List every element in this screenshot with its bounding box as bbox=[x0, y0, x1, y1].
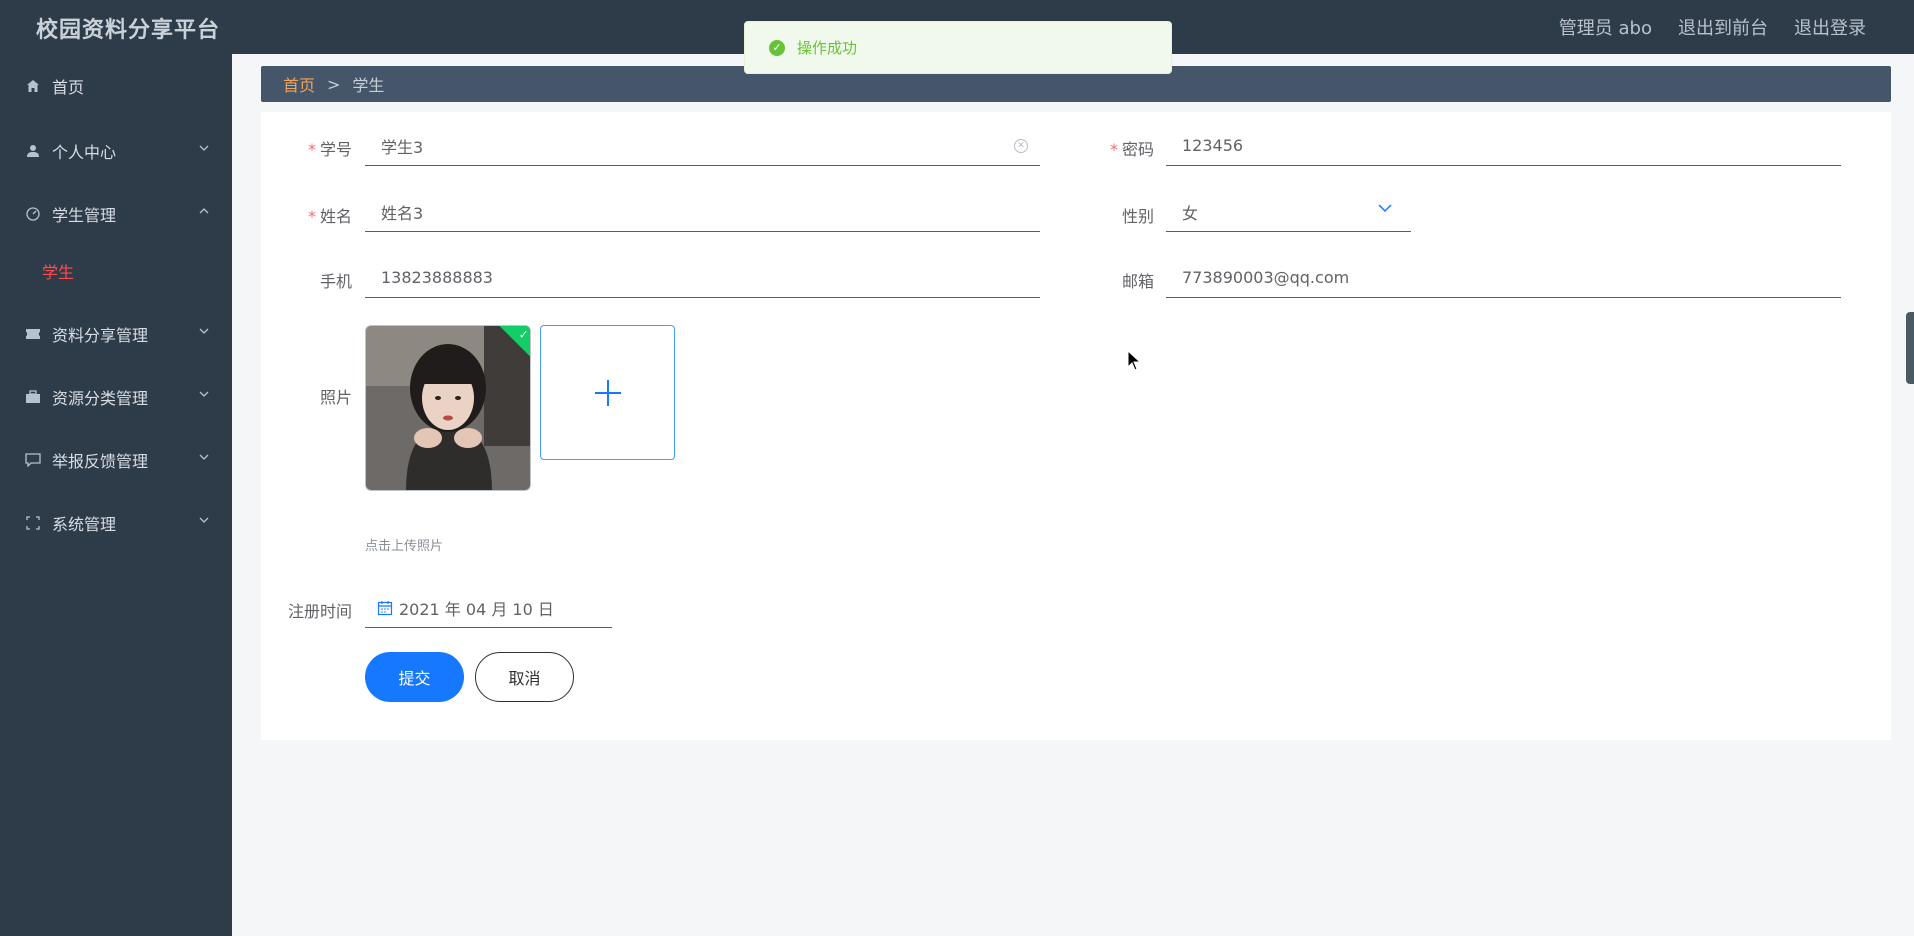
side-scroll-handle[interactable] bbox=[1906, 312, 1914, 384]
chevron-down-icon bbox=[199, 454, 209, 460]
chevron-down-icon bbox=[199, 517, 209, 523]
phone-label: 手机 bbox=[319, 272, 352, 291]
logout-link[interactable]: 退出登录 bbox=[1794, 14, 1866, 40]
student-id-label-text: 学号 bbox=[319, 140, 352, 159]
admin-label: 管理员 abo bbox=[1558, 18, 1652, 39]
student-id-label: * 学号 bbox=[300, 136, 352, 160]
email-value: 773890003@qq.com bbox=[1182, 268, 1350, 287]
sidebar-item-system-mgmt[interactable]: 系统管理 bbox=[0, 503, 232, 543]
mouse-cursor-icon bbox=[1127, 350, 1141, 371]
exit-front-link[interactable]: 退出到前台 bbox=[1678, 14, 1768, 40]
student-id-input[interactable]: 学生3 ✕ bbox=[365, 126, 1040, 166]
brand-title: 校园资料分享平台 bbox=[36, 18, 221, 43]
top-links: 管理员 abo 退出到前台 退出登录 bbox=[1559, 14, 1866, 40]
required-mark: * bbox=[1109, 140, 1118, 159]
sidebar: 首页 个人中心 学生管理 学生 资料分享管理 资源分类管理 举报反馈管理 系统管… bbox=[0, 54, 232, 936]
password-input[interactable]: 123456 bbox=[1166, 126, 1841, 166]
chevron-up-icon bbox=[199, 208, 209, 214]
sidebar-item-personal[interactable]: 个人中心 bbox=[0, 131, 232, 171]
upload-photo-button[interactable] bbox=[540, 325, 675, 460]
check-circle-icon: ✓ bbox=[769, 39, 785, 56]
photo-label: 照片 bbox=[319, 388, 352, 407]
submit-button[interactable]: 提交 bbox=[365, 652, 464, 702]
breadcrumb-home-link[interactable]: 首页 bbox=[283, 72, 315, 96]
sidebar-item-home[interactable]: 首页 bbox=[0, 66, 232, 106]
password-label-text: 密码 bbox=[1121, 140, 1154, 159]
gender-select[interactable]: 女 bbox=[1166, 192, 1411, 232]
calendar-icon bbox=[377, 600, 393, 615]
uploaded-photo[interactable]: ✓ bbox=[365, 325, 531, 491]
plus-icon bbox=[594, 379, 621, 406]
student-id-value: 学生3 bbox=[381, 137, 424, 157]
ticket-icon bbox=[24, 325, 42, 343]
sidebar-item-report-mgmt[interactable]: 举报反馈管理 bbox=[0, 440, 232, 480]
sidebar-item-student-mgmt[interactable]: 学生管理 bbox=[0, 194, 232, 234]
register-time-value: 2021 年 04 月 10 日 bbox=[399, 599, 554, 619]
check-icon: ✓ bbox=[518, 327, 529, 342]
breadcrumb-current: 学生 bbox=[352, 76, 385, 95]
dashboard-icon bbox=[24, 205, 42, 223]
clear-icon[interactable]: ✕ bbox=[1014, 139, 1028, 153]
sidebar-item-label: 个人中心 bbox=[52, 143, 117, 162]
sidebar-subitem-student[interactable]: 学生 bbox=[42, 259, 74, 283]
required-mark: * bbox=[307, 207, 316, 226]
password-label: * 密码 bbox=[1102, 136, 1154, 160]
sidebar-item-label: 系统管理 bbox=[52, 515, 117, 534]
chevron-down-icon bbox=[199, 391, 209, 397]
email-input[interactable]: 773890003@qq.com bbox=[1166, 258, 1841, 298]
name-value: 姓名3 bbox=[381, 203, 424, 223]
sidebar-item-label: 资料分享管理 bbox=[52, 326, 149, 345]
chevron-down-icon bbox=[199, 145, 209, 151]
chevron-down-icon bbox=[199, 328, 209, 334]
password-value: 123456 bbox=[1182, 136, 1244, 155]
sidebar-item-category-mgmt[interactable]: 资源分类管理 bbox=[0, 377, 232, 417]
success-toast: ✓ 操作成功 bbox=[744, 21, 1172, 74]
briefcase-icon bbox=[24, 388, 42, 406]
required-mark: * bbox=[307, 140, 316, 159]
toast-text: 操作成功 bbox=[797, 39, 858, 57]
cancel-button[interactable]: 取消 bbox=[475, 652, 574, 702]
sidebar-item-label: 首页 bbox=[52, 78, 85, 97]
fullscreen-icon bbox=[24, 514, 42, 532]
gender-value: 女 bbox=[1182, 203, 1199, 223]
name-label-text: 姓名 bbox=[319, 207, 352, 226]
phone-value: 13823888883 bbox=[381, 268, 493, 287]
gender-label: 性别 bbox=[1121, 207, 1154, 226]
sidebar-item-label: 学生管理 bbox=[52, 206, 117, 225]
sidebar-item-label: 资源分类管理 bbox=[52, 389, 149, 408]
student-photo-image bbox=[366, 326, 530, 490]
name-input[interactable]: 姓名3 bbox=[365, 192, 1040, 232]
chevron-down-icon bbox=[1378, 204, 1392, 213]
breadcrumb-separator: > bbox=[327, 74, 341, 94]
register-time-label: 注册时间 bbox=[287, 602, 352, 621]
name-label: * 姓名 bbox=[300, 203, 352, 227]
user-icon bbox=[24, 142, 42, 160]
home-icon bbox=[24, 77, 42, 95]
phone-input[interactable]: 13823888883 bbox=[365, 258, 1040, 298]
register-time-picker[interactable]: 2021 年 04 月 10 日 bbox=[365, 588, 612, 628]
upload-tip: 点击上传照片 bbox=[365, 539, 444, 554]
sidebar-item-share-mgmt[interactable]: 资料分享管理 bbox=[0, 314, 232, 354]
message-icon bbox=[24, 451, 42, 469]
email-label: 邮箱 bbox=[1121, 272, 1154, 291]
sidebar-item-label: 举报反馈管理 bbox=[52, 452, 149, 471]
